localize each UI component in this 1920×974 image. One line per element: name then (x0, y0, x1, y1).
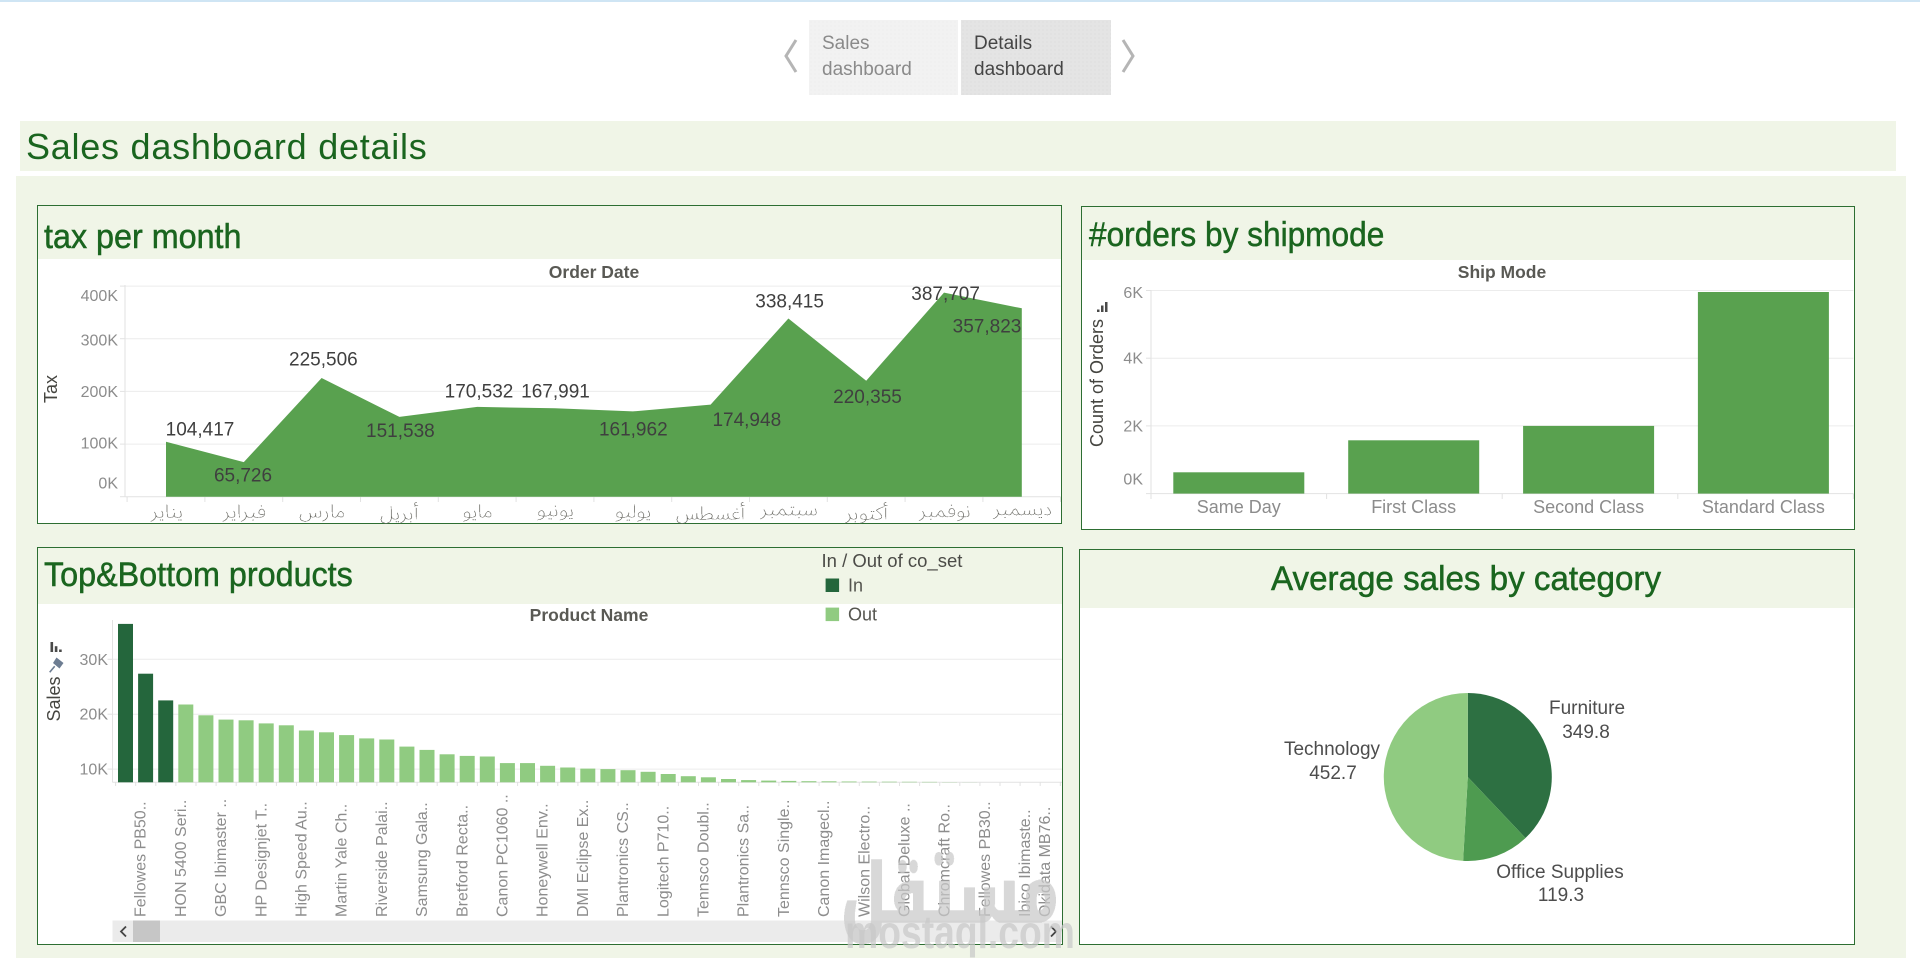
svg-text:400K: 400K (81, 288, 119, 305)
svg-text:Bretford Recta..: Bretford Recta.. (454, 805, 471, 917)
svg-text:HP Designjet T..: HP Designjet T.. (253, 803, 270, 917)
svg-text:119.3: 119.3 (1538, 885, 1584, 906)
svg-text:200K: 200K (81, 384, 119, 401)
svg-text:2K: 2K (1123, 418, 1143, 435)
svg-text:167,991: 167,991 (521, 381, 590, 402)
svg-text:Riverside Palai..: Riverside Palai.. (374, 801, 391, 917)
svg-text:Same Day: Same Day (1197, 497, 1281, 517)
svg-text:0K: 0K (98, 476, 118, 493)
svg-text:Product Name: Product Name (530, 605, 649, 625)
svg-text:30K: 30K (80, 652, 109, 669)
svg-text:Martin Yale Ch..: Martin Yale Ch.. (334, 804, 351, 917)
svg-text:mostaql.com: mostaql.com (845, 906, 1075, 958)
svg-text:100K: 100K (81, 436, 119, 453)
svg-text:300K: 300K (81, 333, 119, 350)
svg-text:65,726: 65,726 (214, 465, 272, 486)
svg-text:Plantronics CS..: Plantronics CS.. (615, 802, 632, 917)
svg-text:Count of Orders: Count of Orders (1087, 319, 1107, 447)
svg-text:4K: 4K (1123, 351, 1143, 368)
svg-text:Canon PC1060 ..: Canon PC1060 .. (495, 794, 512, 917)
svg-text:220,355: 220,355 (833, 387, 902, 408)
svg-text:0K: 0K (1123, 472, 1143, 489)
svg-text:151,538: 151,538 (366, 421, 435, 442)
svg-text:Plantronics Sa..: Plantronics Sa.. (736, 805, 753, 917)
svg-text:Office Supplies: Office Supplies (1496, 862, 1623, 883)
svg-text:Ship Mode: Ship Mode (1458, 262, 1547, 282)
svg-text:387,707: 387,707 (911, 284, 980, 305)
svg-text:Samsung Gala..: Samsung Gala.. (414, 802, 431, 917)
svg-text:Out: Out (848, 604, 877, 624)
svg-text:Wilson Electro..: Wilson Electro.. (856, 806, 873, 917)
svg-text:357,823: 357,823 (953, 316, 1022, 337)
svg-text:338,415: 338,415 (755, 291, 824, 312)
svg-text:Tennsco Single..: Tennsco Single.. (776, 800, 793, 917)
svg-text:Standard Class: Standard Class (1702, 497, 1825, 517)
svg-text:Tax: Tax (41, 375, 61, 403)
svg-text:In / Out of co_set: In / Out of co_set (822, 550, 963, 572)
svg-text:High Speed Au..: High Speed Au.. (294, 801, 311, 917)
svg-text:Canon Imagecl..: Canon Imagecl.. (816, 800, 833, 917)
svg-text:Technology: Technology (1284, 739, 1381, 760)
svg-text:GBC Ibimaster ..: GBC Ibimaster .. (213, 799, 230, 917)
svg-text:Furniture: Furniture (1549, 698, 1625, 719)
svg-text:Fellowes PB50..: Fellowes PB50.. (133, 801, 150, 917)
svg-text:Honeywell Env..: Honeywell Env.. (535, 803, 552, 917)
svg-text:20K: 20K (80, 707, 109, 724)
svg-text:First Class: First Class (1371, 497, 1456, 517)
svg-text:161,962: 161,962 (599, 420, 668, 441)
svg-text:Logitech P710..: Logitech P710.. (655, 806, 672, 917)
svg-text:6K: 6K (1123, 285, 1143, 302)
svg-text:Second Class: Second Class (1533, 497, 1644, 517)
svg-text:104,417: 104,417 (166, 420, 235, 441)
svg-text:349.8: 349.8 (1562, 722, 1610, 743)
svg-text:452.7: 452.7 (1309, 763, 1357, 784)
svg-text:DMI Eclipse Ex..: DMI Eclipse Ex.. (575, 800, 592, 917)
svg-text:225,506: 225,506 (289, 349, 358, 370)
svg-text:HON 5400 Seri..: HON 5400 Seri.. (173, 800, 190, 917)
svg-text:Tennsco Doubl..: Tennsco Doubl.. (696, 802, 713, 917)
svg-text:174,948: 174,948 (712, 410, 781, 431)
svg-text:10K: 10K (80, 762, 109, 779)
svg-text:170,532: 170,532 (445, 381, 514, 402)
svg-text:Sales: Sales (44, 676, 64, 721)
svg-text:In: In (848, 575, 863, 595)
svg-text:Order Date: Order Date (549, 262, 640, 282)
